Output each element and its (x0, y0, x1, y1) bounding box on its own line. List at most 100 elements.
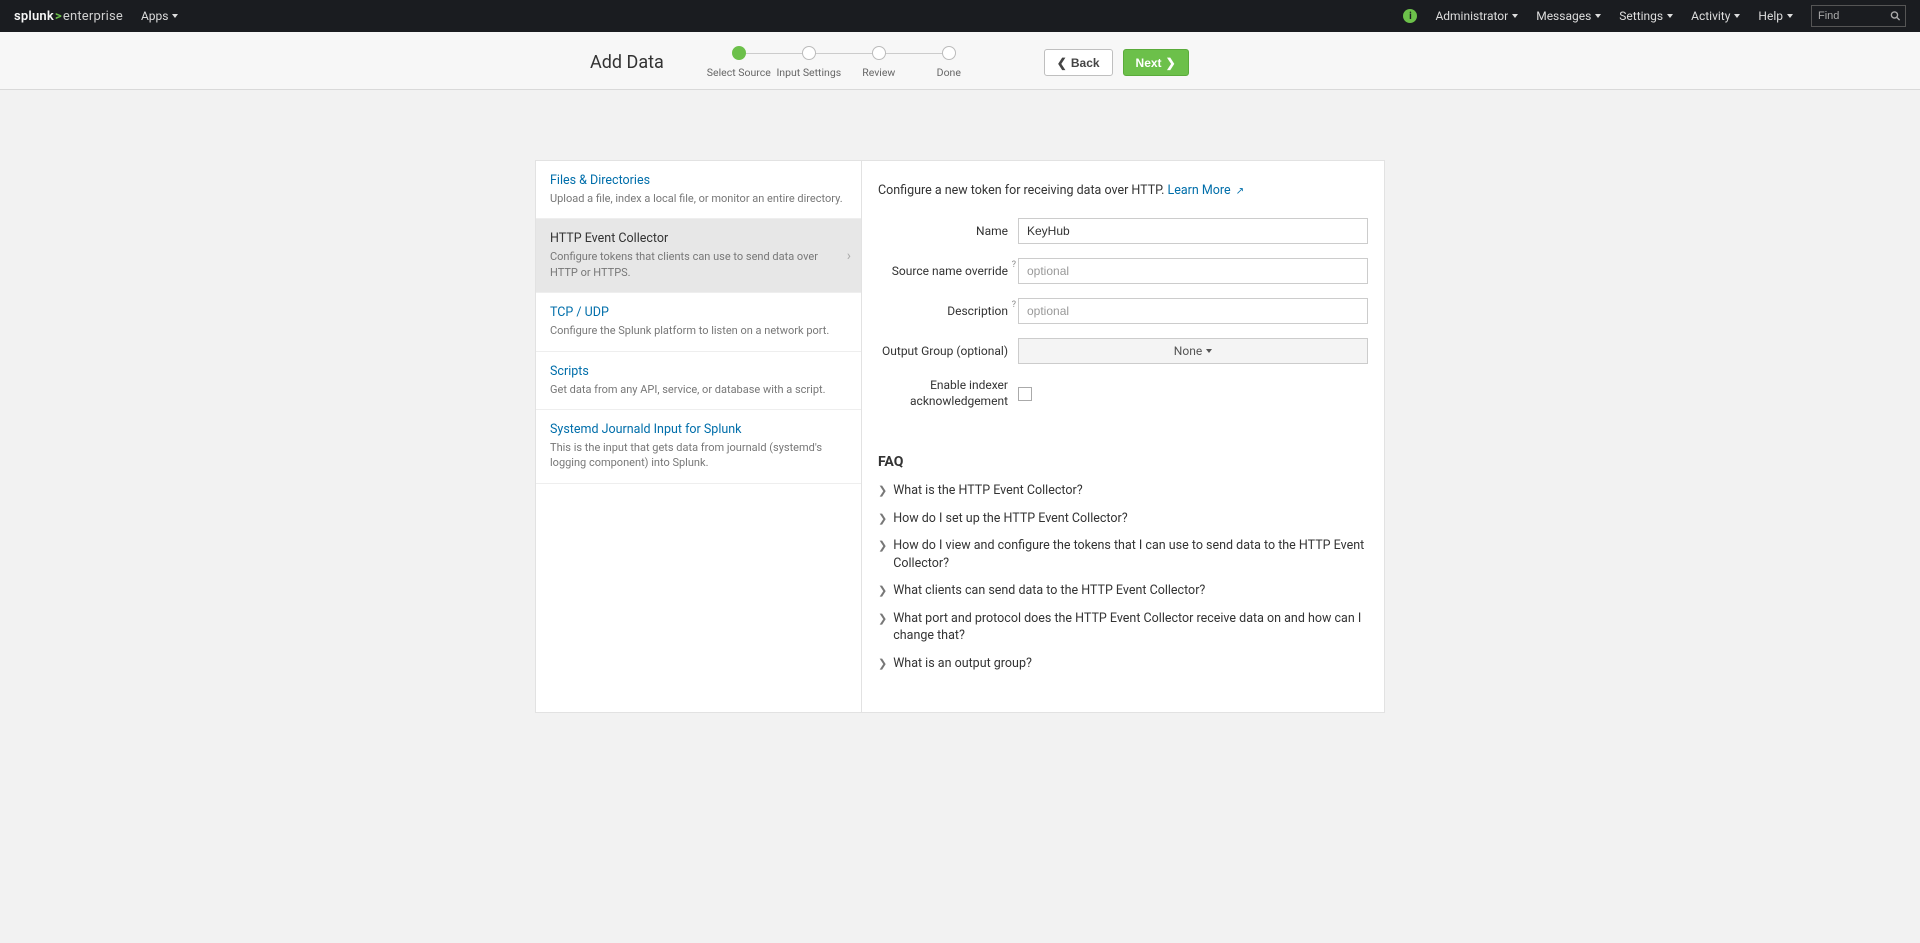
dropdown-value: None (1174, 344, 1202, 358)
chevron-right-icon: ❯ (878, 511, 887, 526)
config-panel: Configure a new token for receiving data… (862, 161, 1384, 712)
messages-label: Messages (1536, 9, 1591, 23)
faq-item[interactable]: ❯What clients can send data to the HTTP … (878, 582, 1368, 600)
source-title: Systemd Journald Input for Splunk (550, 422, 847, 437)
source-systemd-journald[interactable]: Systemd Journald Input for Splunk This i… (536, 410, 861, 484)
caret-down-icon (1734, 14, 1740, 18)
enable-ack-checkbox[interactable] (1018, 387, 1032, 401)
label-output-group: Output Group (optional) (878, 344, 1018, 358)
chevron-right-icon: › (847, 248, 851, 264)
output-group-dropdown[interactable]: None (1018, 338, 1368, 364)
source-title: Files & Directories (550, 173, 847, 188)
faq-item[interactable]: ❯ How do I set up the HTTP Event Collecto… (878, 510, 1368, 528)
help-label: Help (1758, 9, 1783, 23)
source-title: TCP / UDP (550, 305, 847, 320)
chevron-right-icon: ❯ (878, 538, 887, 553)
caret-down-icon (1512, 14, 1518, 18)
search-icon (1890, 11, 1901, 22)
label-enable-ack: Enable indexer acknowledgement (878, 378, 1018, 409)
label-text: Source name override (892, 264, 1008, 278)
caret-down-icon (1667, 14, 1673, 18)
learn-more-link[interactable]: Learn More ↗ (1167, 183, 1244, 198)
help-menu[interactable]: Help (1758, 9, 1793, 23)
source-desc: Configure tokens that clients can use to… (550, 249, 847, 280)
find-search (1811, 5, 1906, 27)
apps-label: Apps (141, 9, 169, 23)
name-input[interactable] (1018, 218, 1368, 244)
description-input[interactable] (1018, 298, 1368, 324)
faq-question: How do I set up the HTTP Event Collector… (893, 510, 1127, 528)
label-source-override: Source name override ? (878, 264, 1018, 278)
source-override-input[interactable] (1018, 258, 1368, 284)
subheader: Add Data Select Source Input Settings Re… (0, 32, 1920, 90)
back-label: Back (1071, 56, 1100, 70)
administrator-menu[interactable]: Administrator (1435, 9, 1518, 23)
step-select-source[interactable]: Select Source (704, 46, 774, 79)
source-title: Scripts (550, 364, 847, 379)
settings-menu[interactable]: Settings (1619, 9, 1673, 23)
faq-question: What port and protocol does the HTTP Eve… (893, 610, 1368, 645)
step-done[interactable]: Done (914, 46, 984, 79)
step-label: Done (937, 66, 961, 79)
row-description: Description ? (878, 298, 1368, 324)
brand-suffix: enterprise (63, 9, 123, 24)
chevron-right-icon: ❯ (878, 483, 887, 498)
faq-item[interactable]: ❯ How do I view and configure the tokens … (878, 537, 1368, 572)
wizard-stepper: Select Source Input Settings Review Done (704, 46, 984, 79)
step-dot-icon (872, 46, 886, 60)
intro-text: Configure a new token for receiving data… (878, 183, 1368, 198)
source-desc: Upload a file, index a local file, or mo… (550, 191, 847, 206)
help-icon[interactable]: ? (1012, 260, 1016, 270)
back-button[interactable]: ❮ Back (1044, 49, 1113, 76)
activity-menu[interactable]: Activity (1691, 9, 1740, 23)
step-review[interactable]: Review (844, 46, 914, 79)
step-dot-icon (942, 46, 956, 60)
faq-item[interactable]: ❯ What is the HTTP Event Collector? (878, 482, 1368, 500)
faq-question: What clients can send data to the HTTP E… (893, 582, 1205, 600)
chevron-left-icon: ❮ (1057, 57, 1067, 69)
source-files-directories[interactable]: Files & Directories Upload a file, index… (536, 161, 861, 219)
label-description: Description ? (878, 304, 1018, 318)
source-scripts[interactable]: Scripts Get data from any API, service, … (536, 352, 861, 410)
source-desc: This is the input that gets data from jo… (550, 440, 847, 471)
source-desc: Get data from any API, service, or datab… (550, 382, 847, 397)
external-link-icon: ↗ (1236, 186, 1244, 197)
brand-chevron-icon: > (54, 9, 63, 24)
step-label: Select Source (707, 66, 771, 79)
info-icon[interactable]: i (1403, 9, 1417, 23)
step-label: Input Settings (776, 66, 841, 79)
chevron-right-icon: ❯ (1166, 57, 1176, 69)
faq-item[interactable]: ❯What is an output group? (878, 655, 1368, 673)
messages-menu[interactable]: Messages (1536, 9, 1601, 23)
brand-logo[interactable]: splunk>enterprise (14, 9, 123, 24)
next-button[interactable]: Next ❯ (1123, 49, 1189, 76)
source-list: Files & Directories Upload a file, index… (536, 161, 862, 712)
activity-label: Activity (1691, 9, 1730, 23)
chevron-right-icon: ❯ (878, 611, 887, 626)
brand-prefix: splunk (14, 9, 54, 24)
faq-heading: FAQ (878, 454, 1368, 470)
step-dot-icon (802, 46, 816, 60)
step-input-settings[interactable]: Input Settings (774, 46, 844, 79)
row-source-override: Source name override ? (878, 258, 1368, 284)
intro-sentence: Configure a new token for receiving data… (878, 183, 1167, 198)
topbar: splunk>enterprise Apps i Administrator M… (0, 0, 1920, 32)
source-http-event-collector[interactable]: HTTP Event Collector Configure tokens th… (536, 219, 861, 293)
source-tcp-udp[interactable]: TCP / UDP Configure the Splunk platform … (536, 293, 861, 351)
faq-question: How do I view and configure the tokens t… (893, 537, 1368, 572)
source-title: HTTP Event Collector (550, 231, 847, 246)
apps-menu[interactable]: Apps (141, 9, 179, 23)
page-title: Add Data (590, 52, 664, 73)
label-name: Name (878, 224, 1018, 238)
faq-question: What is the HTTP Event Collector? (893, 482, 1082, 500)
caret-down-icon (1206, 349, 1212, 353)
label-text: Description (947, 304, 1008, 318)
caret-down-icon (1595, 14, 1601, 18)
next-label: Next (1136, 56, 1162, 70)
faq-item[interactable]: ❯ What port and protocol does the HTTP Ev… (878, 610, 1368, 645)
help-icon[interactable]: ? (1012, 300, 1016, 310)
faq-section: FAQ ❯ What is the HTTP Event Collector? ❯… (878, 454, 1368, 672)
row-enable-ack: Enable indexer acknowledgement (878, 378, 1368, 409)
learn-more-label: Learn More (1167, 183, 1230, 198)
main-content: Files & Directories Upload a file, index… (535, 160, 1385, 713)
